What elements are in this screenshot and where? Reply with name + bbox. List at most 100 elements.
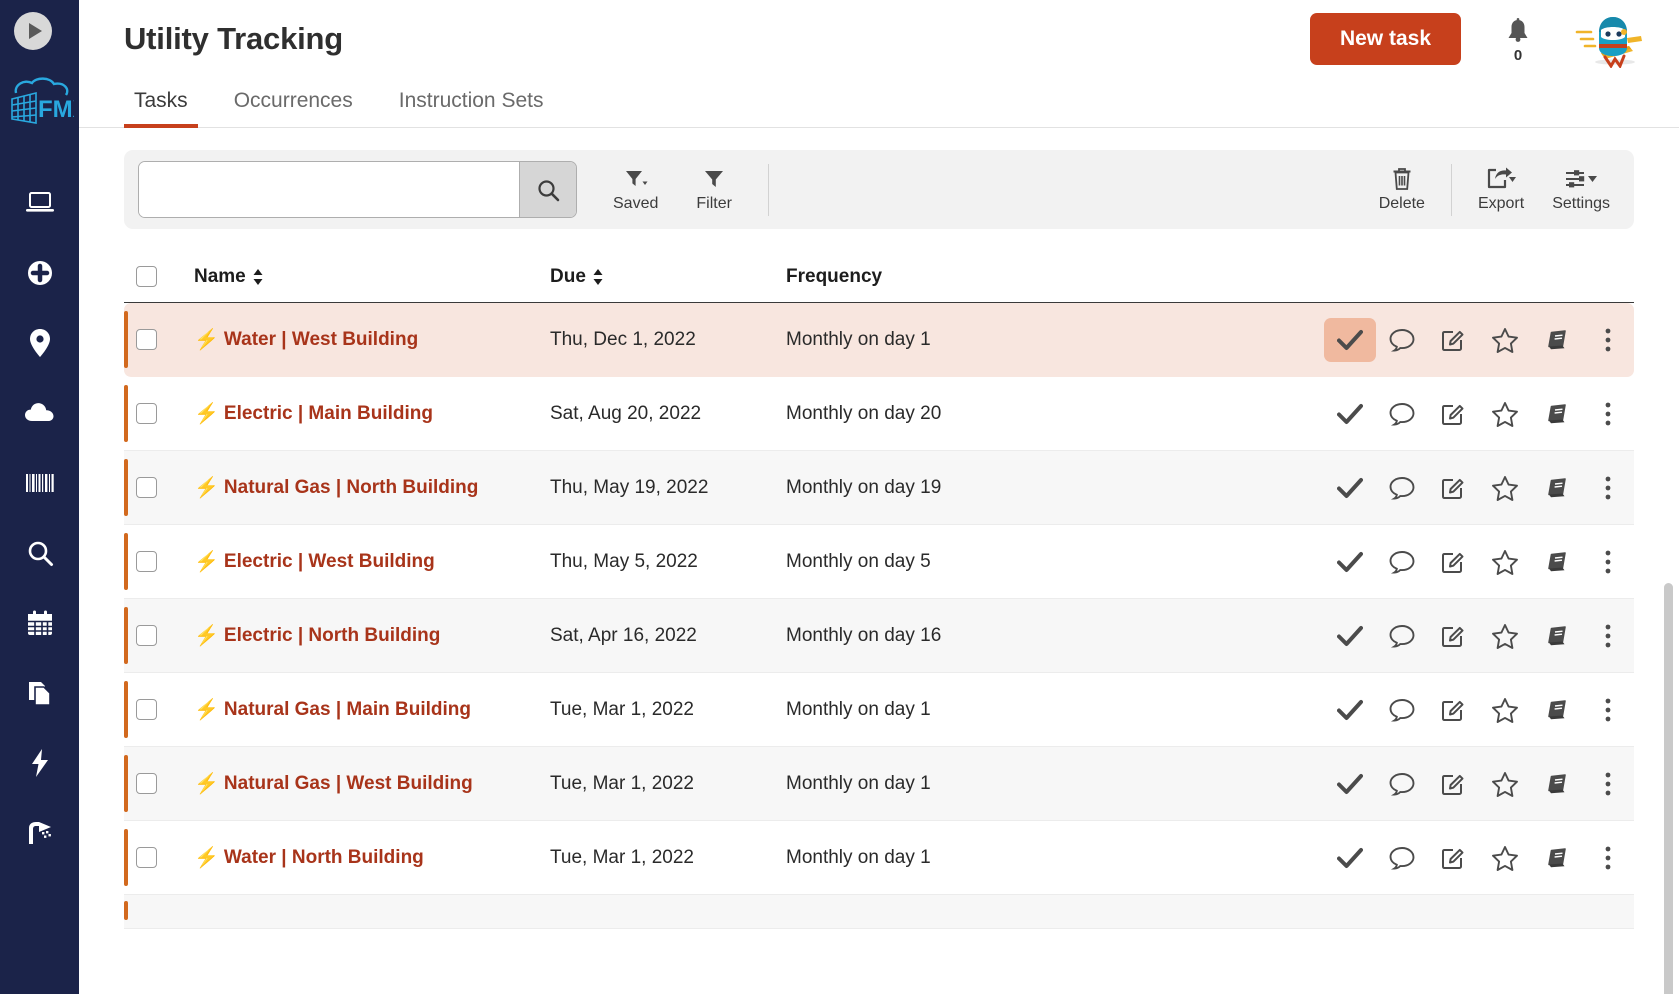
row-action-more-button[interactable] bbox=[1582, 392, 1634, 436]
column-header-name[interactable]: Name bbox=[194, 266, 550, 288]
column-header-frequency[interactable]: Frequency bbox=[786, 266, 1324, 288]
table-row[interactable]: ⚡Electric | Main BuildingSat, Aug 20, 20… bbox=[124, 377, 1634, 451]
table-row[interactable]: ⚡Water | West BuildingThu, Dec 1, 2022Mo… bbox=[124, 303, 1634, 377]
sidebar-item-search[interactable] bbox=[0, 518, 79, 588]
fmx-logo[interactable]: FMX bbox=[5, 76, 75, 134]
row-checkbox[interactable] bbox=[136, 403, 157, 424]
export-button[interactable]: Export bbox=[1464, 166, 1538, 213]
settings-button[interactable]: Settings bbox=[1538, 166, 1624, 213]
sidebar-item-requests[interactable] bbox=[0, 238, 79, 308]
row-action-edit-button[interactable] bbox=[1427, 540, 1479, 584]
table-row[interactable]: ⚡Electric | West BuildingThu, May 5, 202… bbox=[124, 525, 1634, 599]
row-action-favorite-button[interactable] bbox=[1479, 540, 1531, 584]
row-name-link[interactable]: ⚡Natural Gas | Main Building bbox=[194, 699, 550, 721]
row-action-comment-button[interactable] bbox=[1376, 688, 1428, 732]
row-action-more-button[interactable] bbox=[1582, 318, 1634, 362]
row-action-log-button[interactable] bbox=[1531, 614, 1583, 658]
row-checkbox[interactable] bbox=[136, 773, 157, 794]
row-action-favorite-button[interactable] bbox=[1479, 318, 1531, 362]
row-action-comment-button[interactable] bbox=[1376, 762, 1428, 806]
row-action-comment-button[interactable] bbox=[1376, 836, 1428, 880]
row-action-comment-button[interactable] bbox=[1376, 318, 1428, 362]
row-name-link[interactable]: ⚡Electric | Main Building bbox=[194, 403, 550, 425]
row-name-link[interactable]: ⚡Electric | West Building bbox=[194, 551, 550, 573]
sidebar-item-locations[interactable] bbox=[0, 308, 79, 378]
table-row[interactable]: ⚡Natural Gas | West BuildingTue, Mar 1, … bbox=[124, 747, 1634, 821]
row-action-more-button[interactable] bbox=[1582, 540, 1634, 584]
row-name-link[interactable]: ⚡Water | North Building bbox=[194, 847, 550, 869]
sidebar-item-documents[interactable] bbox=[0, 658, 79, 728]
row-checkbox[interactable] bbox=[136, 847, 157, 868]
row-action-complete-button[interactable] bbox=[1324, 466, 1376, 510]
table-row[interactable]: ⚡Electric | North BuildingSat, Apr 16, 2… bbox=[124, 599, 1634, 673]
row-action-more-button[interactable] bbox=[1582, 614, 1634, 658]
search-input[interactable] bbox=[139, 162, 519, 217]
tab-instruction-sets[interactable]: Instruction Sets bbox=[389, 89, 554, 128]
delete-button[interactable]: Delete bbox=[1365, 166, 1439, 213]
row-action-log-button[interactable] bbox=[1531, 392, 1583, 436]
row-action-more-button[interactable] bbox=[1582, 762, 1634, 806]
row-action-edit-button[interactable] bbox=[1427, 392, 1479, 436]
expand-sidebar-button[interactable] bbox=[14, 12, 52, 50]
tab-tasks[interactable]: Tasks bbox=[124, 89, 198, 128]
sidebar-item-weather[interactable] bbox=[0, 378, 79, 448]
scrollbar-thumb[interactable] bbox=[1664, 583, 1673, 994]
row-action-complete-button[interactable] bbox=[1324, 392, 1376, 436]
row-action-favorite-button[interactable] bbox=[1479, 836, 1531, 880]
row-action-complete-button[interactable] bbox=[1324, 762, 1376, 806]
row-action-more-button[interactable] bbox=[1582, 836, 1634, 880]
row-action-edit-button[interactable] bbox=[1427, 688, 1479, 732]
row-action-edit-button[interactable] bbox=[1427, 762, 1479, 806]
row-action-log-button[interactable] bbox=[1531, 318, 1583, 362]
row-name-link[interactable]: ⚡Water | West Building bbox=[194, 329, 550, 351]
avatar[interactable] bbox=[1571, 9, 1653, 69]
row-checkbox[interactable] bbox=[136, 329, 157, 350]
row-name-link[interactable]: ⚡Natural Gas | West Building bbox=[194, 773, 550, 795]
sidebar-item-utility[interactable] bbox=[0, 728, 79, 798]
sidebar-item-dashboard[interactable] bbox=[0, 168, 79, 238]
saved-filters-button[interactable]: Saved bbox=[599, 166, 672, 213]
row-checkbox[interactable] bbox=[136, 699, 157, 720]
row-action-edit-button[interactable] bbox=[1427, 836, 1479, 880]
tab-occurrences[interactable]: Occurrences bbox=[224, 89, 363, 128]
row-name-link[interactable]: ⚡Electric | North Building bbox=[194, 625, 550, 647]
row-action-log-button[interactable] bbox=[1531, 540, 1583, 584]
sidebar-item-irrigation[interactable] bbox=[0, 798, 79, 868]
row-action-edit-button[interactable] bbox=[1427, 318, 1479, 362]
table-row[interactable]: ⚡Water | North BuildingTue, Mar 1, 2022M… bbox=[124, 821, 1634, 895]
filter-button[interactable]: Filter bbox=[682, 166, 746, 213]
new-task-button[interactable]: New task bbox=[1310, 13, 1461, 64]
table-row-partial[interactable] bbox=[124, 895, 1634, 929]
row-action-edit-button[interactable] bbox=[1427, 614, 1479, 658]
row-action-edit-button[interactable] bbox=[1427, 466, 1479, 510]
row-action-comment-button[interactable] bbox=[1376, 540, 1428, 584]
vertical-scrollbar[interactable] bbox=[1664, 543, 1673, 994]
row-checkbox[interactable] bbox=[136, 551, 157, 572]
row-action-favorite-button[interactable] bbox=[1479, 466, 1531, 510]
row-action-favorite-button[interactable] bbox=[1479, 762, 1531, 806]
sidebar-item-inventory[interactable] bbox=[0, 448, 79, 518]
row-action-complete-button[interactable] bbox=[1324, 836, 1376, 880]
row-action-log-button[interactable] bbox=[1531, 688, 1583, 732]
row-name-link[interactable]: ⚡Natural Gas | North Building bbox=[194, 477, 550, 499]
row-action-complete-button[interactable] bbox=[1324, 540, 1376, 584]
notifications-button[interactable]: 0 bbox=[1505, 18, 1531, 64]
row-action-log-button[interactable] bbox=[1531, 836, 1583, 880]
row-action-favorite-button[interactable] bbox=[1479, 614, 1531, 658]
row-action-favorite-button[interactable] bbox=[1479, 392, 1531, 436]
row-action-favorite-button[interactable] bbox=[1479, 688, 1531, 732]
row-action-comment-button[interactable] bbox=[1376, 614, 1428, 658]
row-action-log-button[interactable] bbox=[1531, 466, 1583, 510]
row-action-comment-button[interactable] bbox=[1376, 466, 1428, 510]
row-action-log-button[interactable] bbox=[1531, 762, 1583, 806]
row-action-complete-button[interactable] bbox=[1324, 688, 1376, 732]
sidebar-item-calendar[interactable] bbox=[0, 588, 79, 658]
column-header-due[interactable]: Due bbox=[550, 266, 786, 288]
row-action-complete-button[interactable] bbox=[1324, 614, 1376, 658]
row-action-comment-button[interactable] bbox=[1376, 392, 1428, 436]
row-action-more-button[interactable] bbox=[1582, 688, 1634, 732]
row-action-complete-button[interactable] bbox=[1324, 318, 1376, 362]
search-submit-button[interactable] bbox=[519, 162, 576, 217]
table-row[interactable]: ⚡Natural Gas | Main BuildingTue, Mar 1, … bbox=[124, 673, 1634, 747]
row-checkbox[interactable] bbox=[136, 625, 157, 646]
